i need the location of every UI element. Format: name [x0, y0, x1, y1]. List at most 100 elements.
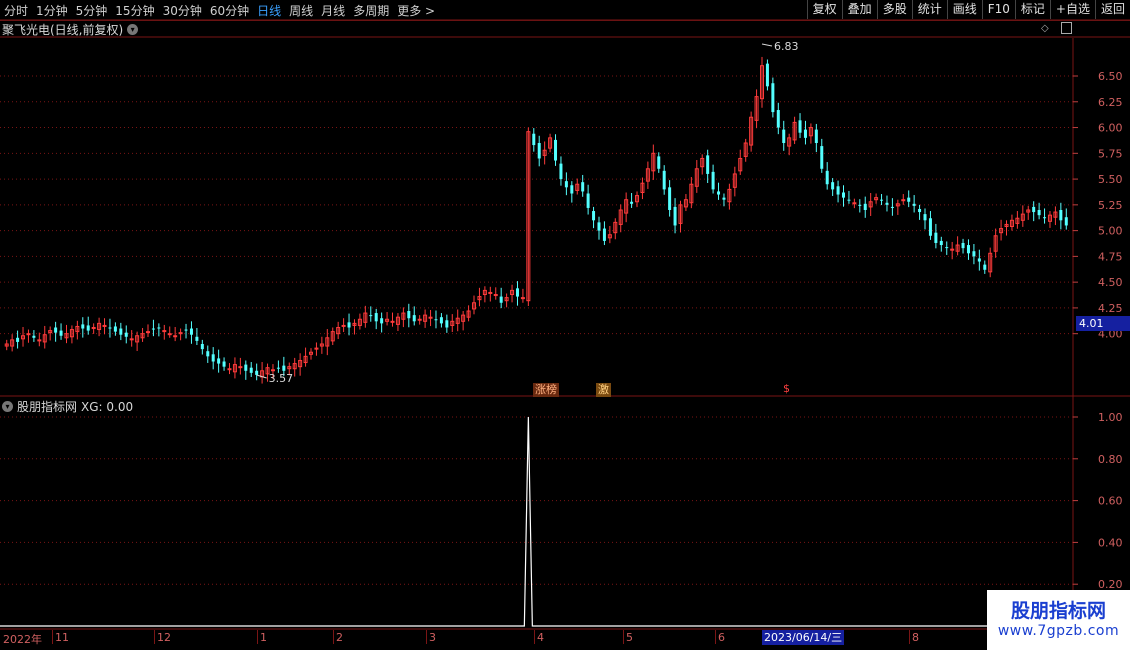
date-label: 1 — [260, 631, 267, 644]
candle-body — [119, 328, 123, 335]
date-label: 5 — [626, 631, 633, 644]
candle-body — [167, 333, 172, 336]
candle-body — [662, 170, 666, 190]
y-tick-label: 4.25 — [1098, 302, 1123, 315]
candle-body — [592, 211, 596, 221]
date-label: 4 — [537, 631, 544, 644]
candle-body — [912, 203, 916, 206]
y-tick-label: 4.75 — [1098, 250, 1123, 263]
date-tick — [715, 630, 716, 644]
candle-body — [939, 240, 943, 246]
candle-body — [341, 324, 346, 327]
candle-body — [814, 129, 818, 144]
candle-body — [934, 232, 938, 243]
date-label: 3 — [429, 631, 436, 644]
indicator-value: XG: 0.00 — [81, 399, 134, 414]
candle-body — [59, 330, 63, 336]
candle-body — [255, 370, 259, 375]
y-tick-label: 6.25 — [1098, 96, 1123, 109]
date-label: 6 — [718, 631, 725, 644]
candle-body — [923, 214, 927, 221]
date-tick — [426, 630, 427, 644]
candle-body — [499, 296, 503, 303]
candle-body — [434, 319, 438, 321]
candle-body — [918, 208, 922, 213]
candle-body — [831, 182, 835, 190]
candle-body — [162, 330, 167, 333]
candle-body — [858, 204, 862, 206]
candle-body — [717, 191, 721, 195]
candle-body — [417, 318, 422, 321]
selected-date: 2023/06/14/三 — [762, 630, 845, 645]
high-price-label: 6.83 — [774, 40, 799, 53]
candle-body — [673, 206, 677, 226]
date-axis: 2023/06/14/三 2022年 11 12 1 2 3 4 5 6 8 — [0, 630, 988, 646]
candle-body — [249, 367, 253, 373]
candle-body — [113, 326, 117, 332]
candle-body — [129, 338, 134, 341]
candle-body — [847, 199, 851, 201]
candle-body — [276, 367, 280, 369]
candle-body — [81, 324, 85, 329]
candle-body — [515, 288, 519, 297]
chevron-down-icon[interactable]: ▾ — [2, 401, 13, 412]
date-label: 11 — [55, 631, 69, 644]
watermark-line1: 股朋指标网 — [1010, 600, 1106, 622]
indicator-title: ▾ 股朋指标网 XG: 0.00 — [2, 398, 133, 415]
date-label: 8 — [912, 631, 919, 644]
date-tick — [257, 630, 258, 644]
low-price-label: 3.57 — [269, 372, 294, 385]
candle-body — [217, 358, 221, 364]
candle-body — [488, 291, 493, 294]
watermark-logo: 股朋指标网 www.7gpzb.com — [987, 590, 1130, 650]
candle-body — [885, 202, 889, 205]
date-tick — [534, 630, 535, 644]
candle-body — [532, 133, 536, 146]
candle-body — [928, 218, 932, 236]
candle-body — [222, 361, 226, 367]
candle-body — [108, 327, 112, 329]
y-tick-label: 5.50 — [1098, 173, 1123, 186]
candle-body — [657, 156, 661, 169]
candle-body — [206, 351, 210, 357]
candle-body — [16, 337, 20, 342]
date-label: 2022年 — [3, 633, 42, 646]
candle-body — [445, 320, 449, 328]
candle-body — [173, 335, 178, 338]
candle-body — [184, 329, 188, 331]
candle-body — [390, 320, 395, 323]
candle-body — [1064, 217, 1068, 226]
candle-body — [439, 317, 443, 324]
candle-body — [880, 199, 884, 201]
candle-body — [407, 311, 411, 319]
candle-body — [776, 110, 780, 128]
candle-body — [983, 264, 987, 270]
candle-body — [559, 163, 563, 180]
signal-tag-zhangbang: 涨榜 — [533, 383, 559, 397]
date-label: 12 — [157, 631, 171, 644]
candle-body — [195, 336, 199, 341]
date-tick — [52, 630, 53, 644]
candle-body — [706, 155, 710, 174]
candle-body — [26, 333, 31, 336]
candle-body — [836, 186, 840, 195]
candle-body — [765, 63, 769, 87]
candle-body — [798, 120, 802, 133]
candle-body — [157, 327, 161, 329]
candle-body — [282, 365, 286, 371]
candle-body — [842, 192, 846, 198]
candle-body — [1037, 210, 1041, 216]
candle-body — [380, 318, 384, 324]
candle-body — [722, 197, 726, 200]
candle-body — [570, 185, 574, 194]
candle-body — [1059, 210, 1063, 221]
candle-body — [863, 203, 867, 210]
candle-body — [803, 129, 807, 138]
candle-body — [124, 332, 128, 337]
candle-body — [782, 129, 786, 144]
high-pointer — [761, 43, 773, 47]
y-tick-label: 4.50 — [1098, 276, 1123, 289]
candle-body — [825, 170, 829, 185]
candle-body — [972, 251, 976, 257]
candle-body — [890, 206, 894, 208]
